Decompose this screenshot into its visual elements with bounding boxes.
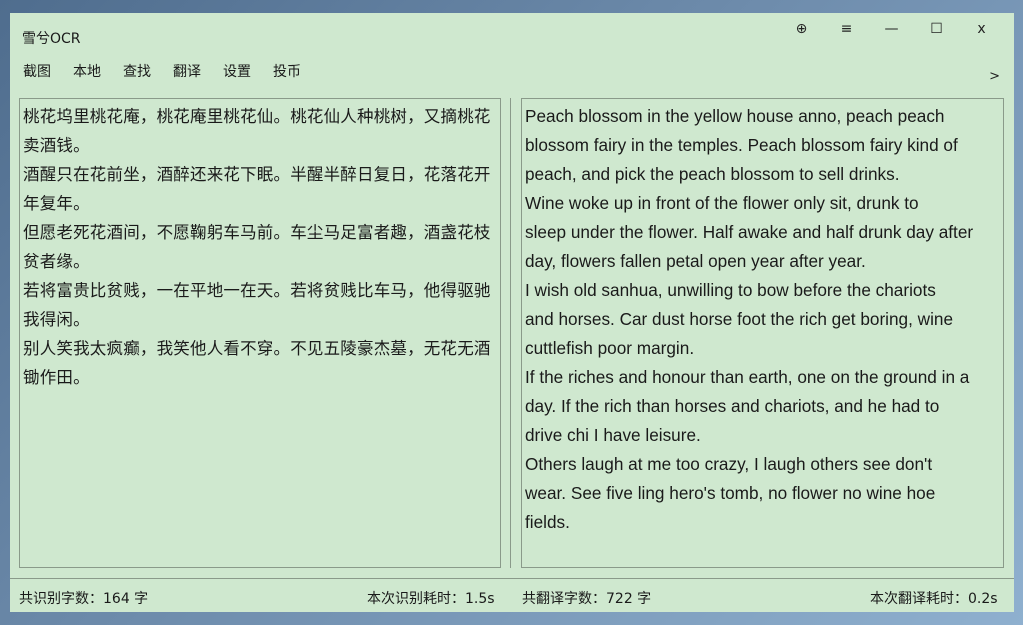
text-line: 年复年。 [23,194,90,213]
window-controls: ⊕ ≡ — ☐ x [779,17,1004,41]
maximize-icon[interactable]: ☐ [914,17,959,41]
text-line: day, flowers fallen petal open year afte… [525,251,866,271]
text-line: Others laugh at me too crazy, I laugh ot… [525,454,933,474]
text-line: peach, and pick the peach blossom to sel… [525,164,900,184]
close-icon[interactable]: x [959,17,1004,41]
text-line: 卖酒钱。 [23,136,90,155]
text-line: I wish old sanhua, unwilling to bow befo… [525,280,936,300]
text-line: 桃花坞里桃花庵，桃花庵里桃花仙。桃花仙人种桃树，又摘桃花 [23,107,491,126]
menu-bar: 截图 本地 查找 翻译 设置 投币 [22,61,302,81]
text-line: blossom fairy in the temples. Peach blos… [525,135,958,155]
text-line: 我得闲。 [23,310,90,329]
translation-char-count: 共翻译字数：722 字 [522,591,652,607]
text-line: and horses. Car dust horse foot the rich… [525,309,954,329]
text-line: 贫者缘。 [23,252,90,271]
text-line: Peach blossom in the yellow house anno, … [525,106,945,126]
source-text-area[interactable]: 桃花坞里桃花庵，桃花庵里桃花仙。桃花仙人种桃树，又摘桃花 卖酒钱。酒醒只在花前坐，… [19,98,501,568]
menu-settings[interactable]: 设置 [222,61,252,81]
text-line: If the riches and honour than earth, one… [525,367,970,387]
text-line: 若将富贵比贫贱，一在平地一在天。若将贫贱比车马，他得驱驰 [23,281,491,300]
menu-screenshot[interactable]: 截图 [22,61,52,81]
text-line: 别人笑我太疯癫，我笑他人看不穿。不见五陵豪杰墓，无花无酒 [23,339,491,358]
app-window: 雪兮OCR ⊕ ≡ — ☐ x 截图 本地 查找 翻译 设置 投币 > 桃花坞里… [10,13,1014,612]
ocr-char-count: 共识别字数：164 字 [19,591,149,607]
minimize-icon[interactable]: — [869,17,914,41]
ocr-time: 本次识别耗时：1.5s [367,591,495,607]
status-bar: 共识别字数：164 字 本次识别耗时：1.5s 共翻译字数：722 字 本次翻译… [10,578,1014,612]
text-line: drive chi I have leisure. [525,425,701,445]
text-line: sleep under the flower. Half awake and h… [525,222,974,242]
menu-donate[interactable]: 投币 [272,61,302,81]
menu-translate[interactable]: 翻译 [172,61,202,81]
window-title: 雪兮OCR [22,31,81,47]
translation-text-area[interactable]: Peach blossom in the yellow house anno, … [521,98,1004,568]
pin-icon[interactable]: ⊕ [779,17,824,41]
menu-local[interactable]: 本地 [72,61,102,81]
menu-find[interactable]: 查找 [122,61,152,81]
text-line: day. If the rich than horses and chariot… [525,396,940,416]
pane-divider[interactable] [510,98,511,568]
menu-icon[interactable]: ≡ [824,17,869,41]
text-line: 但愿老死花酒间，不愿鞠躬车马前。车尘马足富者趣，酒盏花枝 [23,223,491,242]
translation-time: 本次翻译耗时：0.2s [870,591,998,607]
text-line: cuttlefish poor margin. [525,338,695,358]
text-line: 酒醒只在花前坐，酒醉还来花下眠。半醒半醉日复日，花落花开 [23,165,491,184]
text-line: wear. See five ling hero's tomb, no flow… [525,483,936,503]
expand-arrow-icon[interactable]: > [989,69,1000,84]
text-line: 锄作田。 [23,368,90,387]
text-line: fields. [525,512,570,532]
text-line: Wine woke up in front of the flower only… [525,193,919,213]
